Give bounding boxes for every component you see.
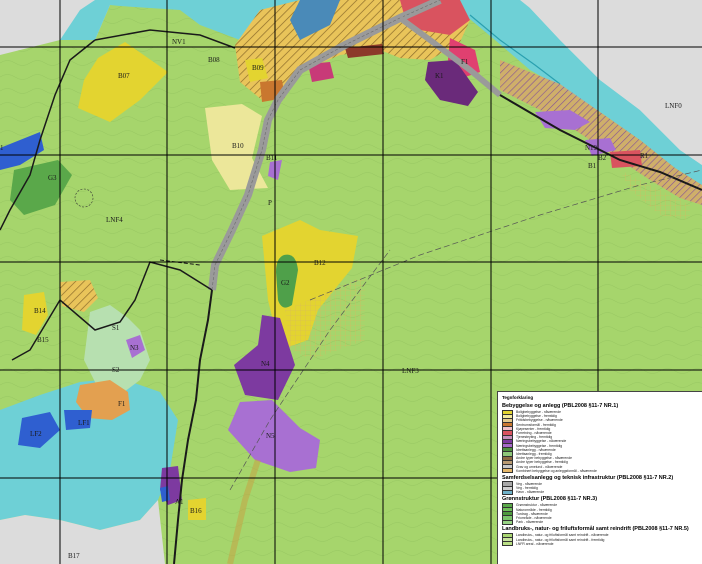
label-b14: B14	[34, 307, 46, 315]
label-f2: F1	[461, 58, 469, 66]
legend-swatch	[502, 519, 513, 525]
label-k1: K1	[435, 72, 444, 80]
label-lnf0: LNF0	[665, 102, 682, 110]
label-b16: B16	[190, 507, 202, 515]
label-g2: G2	[281, 279, 290, 287]
map-legend: Tegnforklaring Bebyggelse og anlegg (PBL…	[497, 391, 702, 564]
label-b09: B09	[252, 64, 264, 72]
label-b15: B15	[37, 336, 49, 344]
legend-item: LNFR areal - nåværende	[502, 541, 698, 547]
label-nv1: NV1	[172, 38, 186, 46]
legend-item-label: Kombinert bebyggelse og anleggsformål - …	[516, 468, 597, 473]
label-lnf4: LNF4	[106, 216, 123, 224]
label-n5: N5	[266, 432, 275, 440]
legend-item: Park - nåværende	[502, 519, 698, 525]
label-b12: B12	[314, 259, 326, 267]
label-h1: 1	[0, 144, 4, 152]
label-s2: S2	[112, 366, 120, 374]
label-b2: B2	[598, 154, 607, 162]
label-s1: S1	[112, 324, 120, 332]
legend-item-label: LNFR areal - nåværende	[516, 541, 554, 546]
legend-swatch	[502, 489, 513, 495]
label-b07: B07	[118, 72, 130, 80]
legend-item: Kombinert bebyggelse og anleggsformål - …	[502, 468, 698, 474]
legend-item-label: Park - nåværende	[516, 520, 544, 525]
label-n4: N4	[261, 360, 270, 368]
label-lf2: LF2	[30, 430, 42, 438]
label-b17: B17	[68, 552, 80, 560]
legend-item: Havn - nåværende	[502, 489, 698, 495]
map-viewport[interactable]: NV1 B08 B07 B09 B10 B11 B12 B14 B15 B16 …	[0, 0, 702, 564]
legend-swatch	[502, 541, 513, 547]
label-b08: B08	[208, 56, 220, 64]
legend-section-heading: Bebyggelse og anlegg (PBL2008 §11-7 NR.1…	[502, 403, 619, 409]
label-n3: N3	[130, 344, 139, 352]
label-f1: F1	[118, 400, 126, 408]
legend-section-heading: Landbruks-, natur- og friluftsformål sam…	[502, 526, 689, 533]
label-g3: G3	[48, 174, 57, 182]
legend-swatch	[502, 468, 513, 474]
legend-body: Bebyggelse og anlegg (PBL2008 §11-7 NR.1…	[502, 403, 698, 547]
legend-section-heading: Grønnstruktur (PBL2008 §11-7 NR.3)	[502, 496, 598, 503]
label-n19: N19	[585, 144, 598, 152]
label-lf1: LF1	[78, 419, 90, 427]
legend-item-label: Havn - nåværende	[516, 490, 545, 495]
label-b10: B10	[232, 142, 244, 150]
legend-section-heading: Samferdselsanlegg og teknisk infrastrukt…	[502, 474, 674, 481]
label-lnf3: LNF3	[402, 367, 419, 375]
label-b1: B1	[588, 162, 597, 170]
label-p: P	[268, 199, 272, 207]
label-a1: A1	[175, 498, 184, 506]
legend-title: Tegnforklaring	[502, 395, 534, 400]
label-r1: R1	[640, 152, 649, 160]
label-b11: B11	[266, 154, 278, 162]
